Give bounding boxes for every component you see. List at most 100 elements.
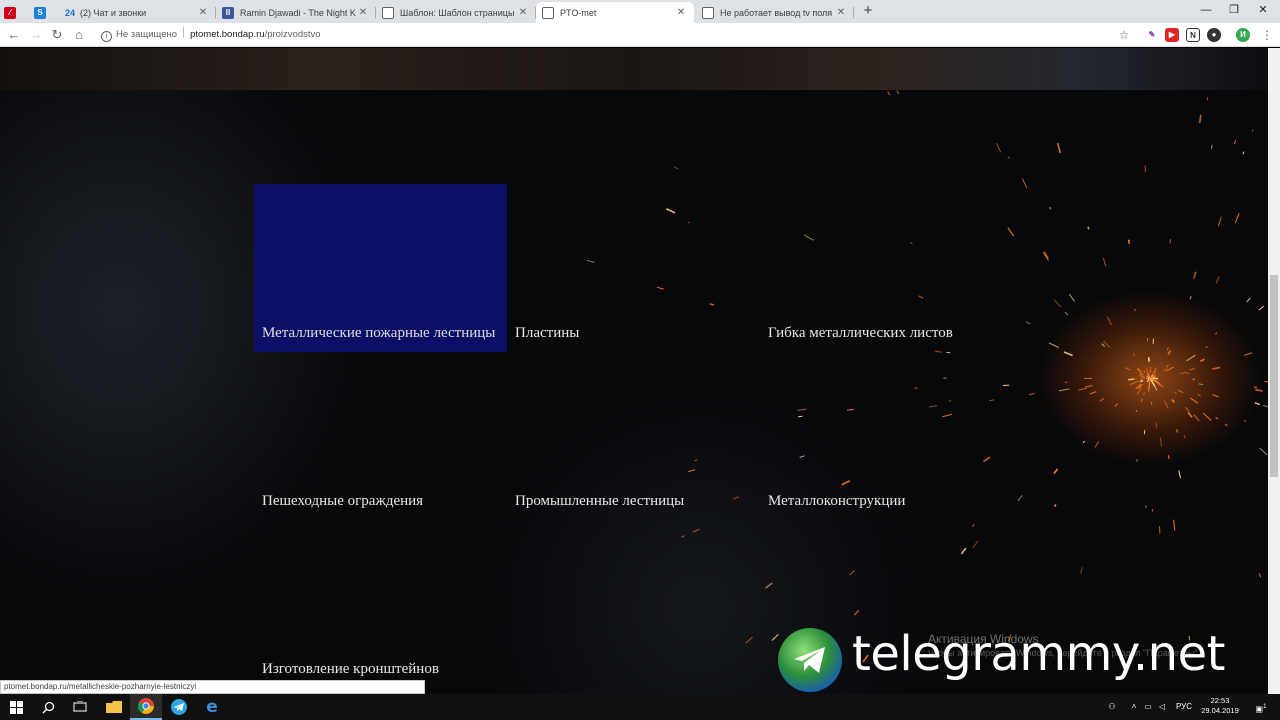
address-bar[interactable]: i Не защищено ptomet.bondap.ru/proizvodstv… <box>96 26 1136 44</box>
spark-streak <box>1171 398 1175 403</box>
status-bar-url: ptomet.bondap.ru/metallicheskie-pozharny… <box>0 680 425 694</box>
spark-streak <box>1199 358 1205 362</box>
product-tile-pedestrian-fences[interactable]: Пешеходные ограждения <box>254 352 507 520</box>
spark-streak <box>1259 447 1268 456</box>
info-icon[interactable]: i <box>101 31 112 42</box>
back-icon[interactable]: ← <box>5 26 23 44</box>
profile-avatar[interactable]: И <box>1236 28 1250 42</box>
network-icon[interactable]: ▭ <box>1142 694 1154 720</box>
spark-streak <box>745 636 753 644</box>
spark-streak <box>1177 389 1184 394</box>
tab-chat[interactable]: 24 (2) Чат и звонки ✕ <box>56 2 216 23</box>
reload-icon[interactable]: ↻ <box>48 26 66 44</box>
tab-title: Не работает вывод tv поля <box>720 7 833 18</box>
window-close-button[interactable]: ✕ <box>1246 0 1280 21</box>
menu-icon[interactable]: ⋮ <box>1258 26 1276 44</box>
taskbar-edge[interactable]: e <box>196 694 228 720</box>
extension-pen-icon[interactable]: ✎ <box>1145 28 1159 42</box>
spark-streak <box>995 142 1002 153</box>
product-tile-sheet-bending[interactable]: Гибка металлических листов <box>760 184 1013 352</box>
task-view-button[interactable] <box>64 694 96 720</box>
language-indicator[interactable]: РУС <box>1172 694 1196 720</box>
telegram-icon <box>171 699 187 715</box>
close-icon[interactable]: ✕ <box>516 7 530 18</box>
overlay-brand: telegrammy.net <box>852 626 1225 682</box>
notifications-button[interactable]: ▣1 <box>1248 694 1274 720</box>
spark-streak <box>849 570 855 576</box>
people-icon[interactable]: ⚇ <box>1104 694 1120 720</box>
tab-ramin-djawadi[interactable]: II Ramin Djawadi - The Night King ✕ <box>216 2 376 23</box>
spark-streak <box>1025 321 1031 325</box>
volume-icon[interactable]: ◁ <box>1156 694 1168 720</box>
product-tile-industrial-ladders[interactable]: Промышленные лестницы <box>507 352 760 520</box>
windows-taskbar: e ⚇ ˄ ▭ ◁ РУС 22:53 29.04.2019 ▣1 <box>0 694 1280 720</box>
tray-chevron-icon[interactable]: ˄ <box>1128 694 1140 720</box>
tab-pto-met[interactable]: PTO-met ✕ <box>536 2 694 23</box>
extension-dark-icon[interactable]: ● <box>1207 28 1221 42</box>
product-tile-metal-structures[interactable]: Металлоконструкции <box>760 352 1013 520</box>
taskbar-clock[interactable]: 22:53 29.04.2019 <box>1200 696 1240 716</box>
spark-streak <box>1064 311 1069 316</box>
spark-streak <box>1125 367 1131 371</box>
bookmark-star-icon[interactable]: ☆ <box>1115 26 1133 44</box>
tab-pinned-s[interactable]: S <box>30 2 56 23</box>
spark-streak <box>1258 305 1265 311</box>
spark-streak <box>771 634 779 641</box>
forward-icon[interactable]: → <box>27 26 45 44</box>
spark-streak <box>1212 394 1219 398</box>
taskbar-explorer[interactable] <box>98 694 130 720</box>
chat-badge-icon: 24 <box>64 7 75 18</box>
new-tab-button[interactable]: + <box>860 3 876 19</box>
spark-streak <box>1155 422 1158 428</box>
spark-streak <box>692 528 700 533</box>
windows-logo-icon <box>9 700 23 714</box>
taskbar-chrome[interactable] <box>130 694 162 720</box>
spark-streak <box>1114 403 1119 408</box>
spark-streak <box>1165 364 1169 368</box>
spark-streak <box>765 582 773 589</box>
tab-tv-field[interactable]: Не работает вывод tv поля ✕ <box>696 2 854 23</box>
spark-streak <box>1135 409 1138 413</box>
spark-streak <box>1178 470 1181 479</box>
security-label: Не защищено <box>116 29 178 40</box>
close-icon[interactable]: ✕ <box>196 7 210 18</box>
spark-streak <box>1210 144 1213 149</box>
tab-template[interactable]: Шаблон: Шаблон страницы пр ✕ <box>376 2 536 23</box>
product-tile-plates[interactable]: Пластины <box>507 184 760 352</box>
spark-streak <box>972 540 979 549</box>
close-icon[interactable]: ✕ <box>834 7 848 18</box>
extension-n-icon[interactable]: N <box>1186 28 1200 42</box>
product-tile-fire-ladders[interactable]: Металлические пожарные лестницы <box>254 184 507 352</box>
spark-streak <box>1190 397 1199 404</box>
product-label: Промышленные лестницы <box>515 493 685 509</box>
page-scrollbar[interactable] <box>1268 48 1280 694</box>
edge-icon: e <box>206 697 218 717</box>
tab-pinned-app[interactable]: ⁄ <box>0 2 26 23</box>
spark-streak <box>1128 378 1135 381</box>
spark-streak <box>1069 294 1075 302</box>
search-button[interactable] <box>32 694 64 720</box>
spark-streak <box>1139 379 1144 383</box>
spark-streak <box>1166 347 1169 351</box>
task-view-icon <box>73 701 87 712</box>
close-icon[interactable]: ✕ <box>356 7 370 18</box>
spark-streak <box>1244 352 1253 356</box>
spark-streak <box>896 90 900 95</box>
spark-streak <box>1102 257 1107 267</box>
tab-title: Шаблон: Шаблон страницы пр <box>400 7 516 18</box>
notification-icon: ▣ <box>1255 704 1264 714</box>
taskbar-telegram[interactable] <box>163 694 195 720</box>
product-tile-brackets[interactable]: Изготовление кронштейнов <box>254 520 507 688</box>
start-button[interactable] <box>0 694 32 720</box>
spark-streak <box>1186 354 1196 362</box>
spark-streak <box>1189 367 1196 371</box>
document-icon <box>542 6 554 19</box>
extension-video-icon[interactable]: ▶ <box>1165 28 1179 42</box>
close-icon[interactable]: ✕ <box>674 7 688 18</box>
notification-count: 1 <box>1263 704 1267 710</box>
scrollbar-thumb[interactable] <box>1270 275 1278 477</box>
spark-streak <box>1202 412 1212 421</box>
product-label: Пешеходные ограждения <box>262 493 424 509</box>
home-icon[interactable]: ⌂ <box>70 26 88 44</box>
spark-streak <box>1080 566 1083 574</box>
